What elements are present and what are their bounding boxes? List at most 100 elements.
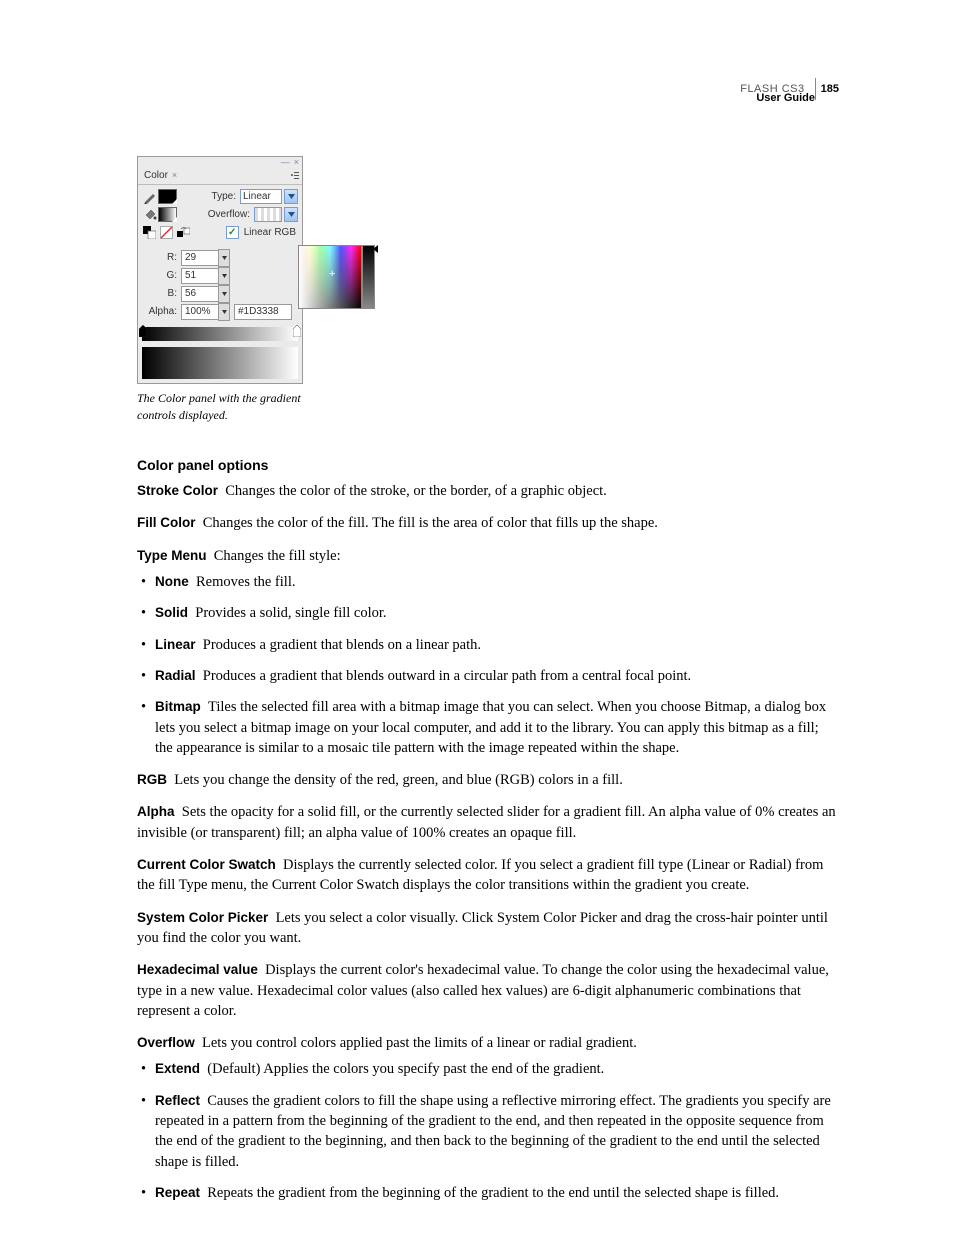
hex-input[interactable]: #1D3338	[234, 304, 292, 320]
g-input[interactable]: 51	[181, 268, 219, 284]
minimize-icon[interactable]: —	[281, 158, 290, 167]
content: Color panel options Stroke Color Changes…	[137, 456, 839, 1204]
term-system-picker: System Color Picker	[137, 910, 268, 925]
color-panel: — × Color ×	[137, 156, 303, 384]
type-label: Type:	[212, 190, 236, 204]
term-stroke-color: Stroke Color	[137, 483, 218, 498]
def-fill-color: Fill Color Changes the color of the fill…	[137, 513, 839, 533]
gradient-bar[interactable]	[142, 327, 298, 341]
gradient-preview	[142, 347, 298, 379]
term-solid: Solid	[155, 605, 188, 620]
list-item: Reflect Causes the gradient colors to fi…	[141, 1091, 839, 1172]
pencil-icon	[142, 190, 158, 204]
bucket-icon	[142, 208, 158, 222]
desc-fill-color: Changes the color of the fill. The fill …	[203, 515, 658, 531]
r-spinner[interactable]	[218, 249, 230, 267]
alpha-label: Alpha:	[142, 305, 177, 319]
term-repeat: Repeat	[155, 1185, 200, 1200]
desc-rgb: Lets you change the density of the red, …	[174, 772, 623, 788]
list-item: None Removes the fill.	[141, 572, 839, 592]
term-fill-color: Fill Color	[137, 515, 196, 530]
brightness-slider[interactable]	[362, 245, 375, 309]
crosshair-icon: +	[329, 269, 335, 280]
list-item: Solid Provides a solid, single fill colo…	[141, 603, 839, 623]
term-linear: Linear	[155, 637, 196, 652]
list-item: Radial Produces a gradient that blends o…	[141, 666, 839, 686]
desc-stroke-color: Changes the color of the stroke, or the …	[225, 483, 607, 499]
overflow-label: Overflow:	[208, 208, 250, 222]
type-select-value: Linear	[243, 190, 271, 204]
term-current-swatch: Current Color Swatch	[137, 857, 276, 872]
term-radial: Radial	[155, 668, 196, 683]
r-input[interactable]: 29	[181, 250, 219, 266]
list-item: Repeat Repeats the gradient from the beg…	[141, 1183, 839, 1203]
overflow-list: Extend (Default) Applies the colors you …	[137, 1059, 839, 1203]
desc-repeat: Repeats the gradient from the beginning …	[207, 1185, 779, 1201]
type-menu-list: None Removes the fill. Solid Provides a …	[137, 572, 839, 758]
gradient-stop-left[interactable]	[139, 325, 147, 334]
b-spinner[interactable]	[218, 285, 230, 303]
color-panel-figure: — × Color ×	[137, 156, 305, 424]
desc-type-menu: Changes the fill style:	[214, 548, 341, 564]
header-subtitle: User Guide	[740, 91, 839, 105]
list-item: Linear Produces a gradient that blends o…	[141, 635, 839, 655]
term-none: None	[155, 574, 189, 589]
list-item: Bitmap Tiles the selected fill area with…	[141, 697, 839, 758]
term-hex: Hexadecimal value	[137, 962, 258, 977]
tab-color-label: Color	[144, 169, 168, 183]
desc-bitmap: Tiles the selected fill area with a bitm…	[155, 699, 826, 756]
b-label: B:	[142, 287, 177, 301]
def-hex: Hexadecimal value Displays the current c…	[137, 960, 839, 1021]
term-bitmap: Bitmap	[155, 699, 201, 714]
desc-linear: Produces a gradient that blends on a lin…	[203, 637, 481, 653]
desc-overflow: Lets you control colors applied past the…	[202, 1035, 637, 1051]
overflow-select[interactable]	[254, 207, 282, 222]
gradient-stop-right[interactable]	[293, 325, 301, 334]
page-header: FLASH CS3 185 User Guide	[740, 78, 839, 114]
def-rgb: RGB Lets you change the density of the r…	[137, 770, 839, 790]
slider-indicator-icon[interactable]	[373, 245, 378, 253]
swap-colors-icon[interactable]	[176, 226, 190, 240]
desc-reflect: Causes the gradient colors to fill the s…	[155, 1093, 831, 1170]
desc-radial: Produces a gradient that blends outward …	[203, 668, 691, 684]
color-picker-field[interactable]: +	[298, 245, 362, 309]
term-extend: Extend	[155, 1061, 200, 1076]
g-spinner[interactable]	[218, 267, 230, 285]
term-rgb: RGB	[137, 772, 167, 787]
close-icon[interactable]: ×	[294, 158, 299, 167]
alpha-input[interactable]: 100%	[181, 304, 219, 320]
desc-none: Removes the fill.	[196, 574, 295, 590]
overflow-select-arrow[interactable]	[284, 207, 298, 222]
desc-solid: Provides a solid, single fill color.	[195, 605, 386, 621]
black-white-icon[interactable]	[142, 226, 156, 240]
alpha-spinner[interactable]	[218, 303, 230, 321]
tab-close-icon[interactable]: ×	[172, 169, 177, 182]
linear-rgb-label: Linear RGB	[244, 226, 296, 240]
tab-color[interactable]: Color ×	[138, 168, 182, 184]
b-input[interactable]: 56	[181, 286, 219, 302]
desc-alpha: Sets the opacity for a solid fill, or th…	[137, 804, 836, 840]
term-overflow: Overflow	[137, 1035, 195, 1050]
def-stroke-color: Stroke Color Changes the color of the st…	[137, 481, 839, 501]
term-reflect: Reflect	[155, 1093, 200, 1108]
type-select-arrow[interactable]	[284, 189, 298, 204]
def-current-swatch: Current Color Swatch Displays the curren…	[137, 855, 839, 896]
def-alpha: Alpha Sets the opacity for a solid fill,…	[137, 802, 839, 843]
panel-menu-icon[interactable]	[290, 171, 299, 180]
r-label: R:	[142, 251, 177, 265]
desc-extend: (Default) Applies the colors you specify…	[207, 1061, 604, 1077]
term-alpha: Alpha	[137, 804, 175, 819]
section-title: Color panel options	[137, 456, 839, 476]
type-select[interactable]: Linear	[240, 189, 282, 204]
def-type-menu: Type Menu Changes the fill style:	[137, 546, 839, 566]
linear-rgb-checkbox[interactable]: ✓	[226, 226, 239, 239]
term-type-menu: Type Menu	[137, 548, 207, 563]
def-overflow: Overflow Lets you control colors applied…	[137, 1033, 839, 1053]
list-item: Extend (Default) Applies the colors you …	[141, 1059, 839, 1079]
no-color-icon[interactable]	[159, 226, 173, 240]
stroke-color-swatch[interactable]	[158, 189, 177, 204]
fill-color-swatch[interactable]	[158, 207, 177, 222]
def-system-picker: System Color Picker Lets you select a co…	[137, 908, 839, 949]
figure-caption: The Color panel with the gradient contro…	[137, 390, 305, 424]
g-label: G:	[142, 269, 177, 283]
